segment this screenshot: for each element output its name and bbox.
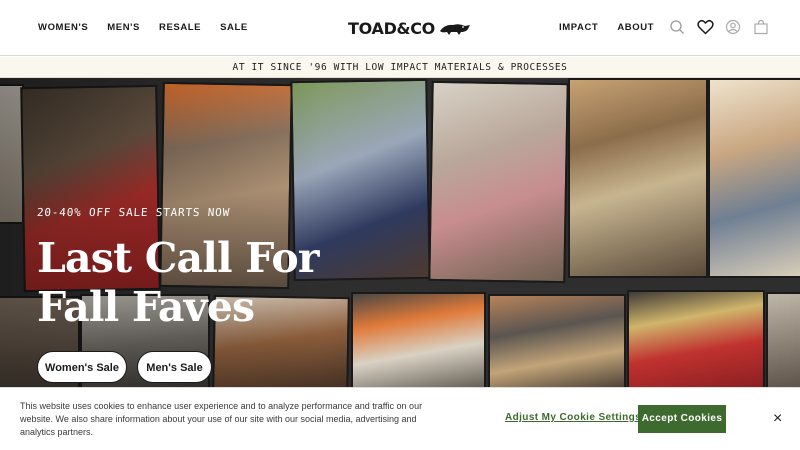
adjust-cookie-settings-link[interactable]: Adjust My Cookie Settings bbox=[505, 412, 641, 423]
hero-photo bbox=[766, 292, 800, 387]
bag-icon[interactable] bbox=[752, 18, 770, 36]
hero-shade bbox=[0, 78, 320, 387]
nav-resale[interactable]: RESALE bbox=[159, 22, 201, 33]
logo[interactable]: TOAD&CO bbox=[348, 16, 471, 40]
nav-impact[interactable]: IMPACT bbox=[559, 22, 598, 33]
close-icon[interactable]: × bbox=[773, 410, 782, 428]
banner-text: AT IT SINCE '96 WITH LOW IMPACT MATERIAL… bbox=[232, 62, 568, 73]
nav-about[interactable]: ABOUT bbox=[617, 22, 654, 33]
heart-icon[interactable] bbox=[696, 18, 714, 36]
cookie-message: This website uses cookies to enhance use… bbox=[20, 401, 423, 437]
header-icons bbox=[668, 18, 770, 36]
hero-tagline: 20-40% OFF SALE STARTS NOW bbox=[36, 206, 231, 219]
search-icon[interactable] bbox=[668, 18, 686, 36]
promo-banner: AT IT SINCE '96 WITH LOW IMPACT MATERIAL… bbox=[0, 57, 800, 78]
nav-mens[interactable]: MEN'S bbox=[107, 22, 140, 33]
hero-photo bbox=[708, 78, 800, 278]
hero-banner[interactable] bbox=[0, 78, 800, 387]
hero-photo bbox=[568, 78, 708, 278]
hero-headline: Last Call For Fall Faves bbox=[37, 234, 320, 331]
primary-nav: WOMEN'S MEN'S RESALE SALE bbox=[38, 22, 248, 33]
hero-photo bbox=[351, 292, 486, 387]
account-icon[interactable] bbox=[724, 18, 742, 36]
cookie-banner: This website uses cookies to enhance use… bbox=[0, 387, 800, 450]
nav-sale[interactable]: SALE bbox=[220, 22, 248, 33]
toad-logo-icon bbox=[439, 24, 470, 35]
hero-photo bbox=[488, 294, 626, 387]
accept-cookies-button[interactable]: Accept Cookies bbox=[638, 405, 726, 433]
hero-photo bbox=[428, 80, 569, 284]
nav-womens[interactable]: WOMEN'S bbox=[38, 22, 88, 33]
womens-sale-button[interactable]: Women's Sale bbox=[37, 351, 127, 383]
hero-photo bbox=[627, 290, 765, 387]
site-header: WOMEN'S MEN'S RESALE SALE TOAD&CO IMPACT… bbox=[0, 0, 800, 56]
mens-sale-button[interactable]: Men's Sale bbox=[137, 351, 212, 383]
logo-text: TOAD&CO bbox=[348, 18, 435, 38]
secondary-nav: IMPACT ABOUT bbox=[559, 22, 654, 33]
